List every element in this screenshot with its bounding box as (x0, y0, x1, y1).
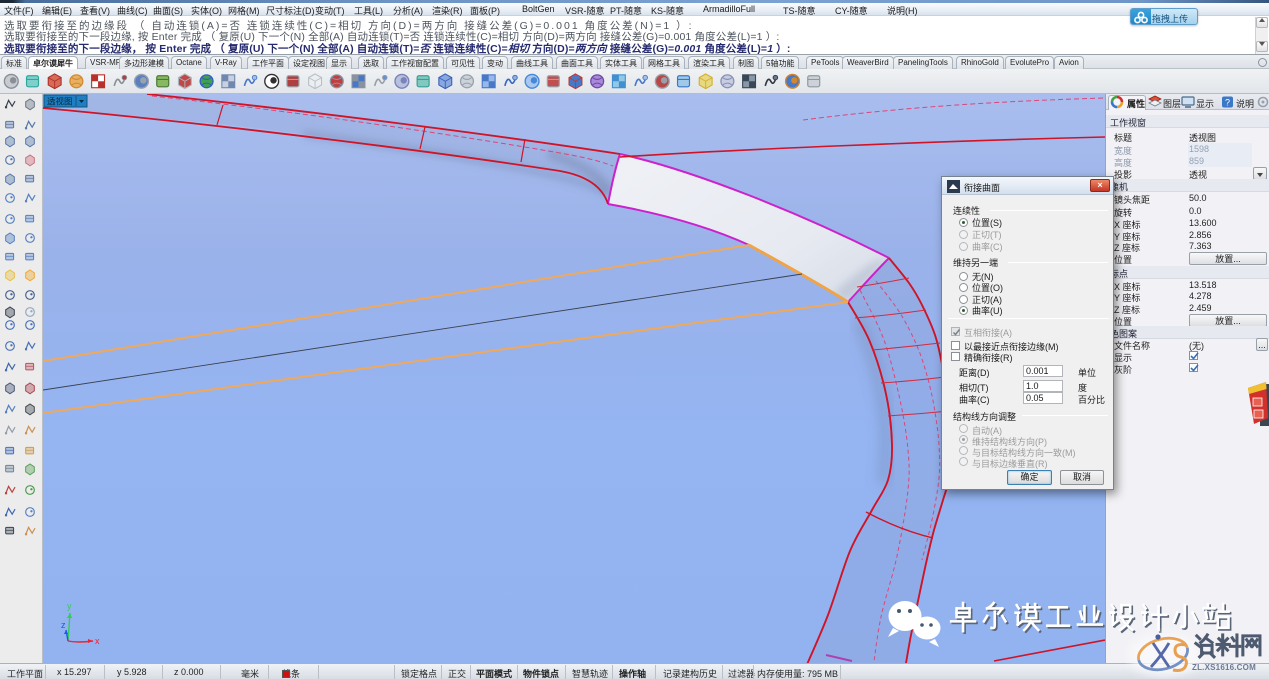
svg-text:ZL.XS1616.COM: ZL.XS1616.COM (1192, 663, 1256, 672)
svg-text:?: ? (1225, 98, 1230, 108)
svg-text:z: z (61, 620, 66, 630)
svg-text:x: x (95, 636, 100, 646)
svg-text:透视图: 透视图 (47, 97, 73, 107)
svg-text:y: y (67, 601, 72, 611)
